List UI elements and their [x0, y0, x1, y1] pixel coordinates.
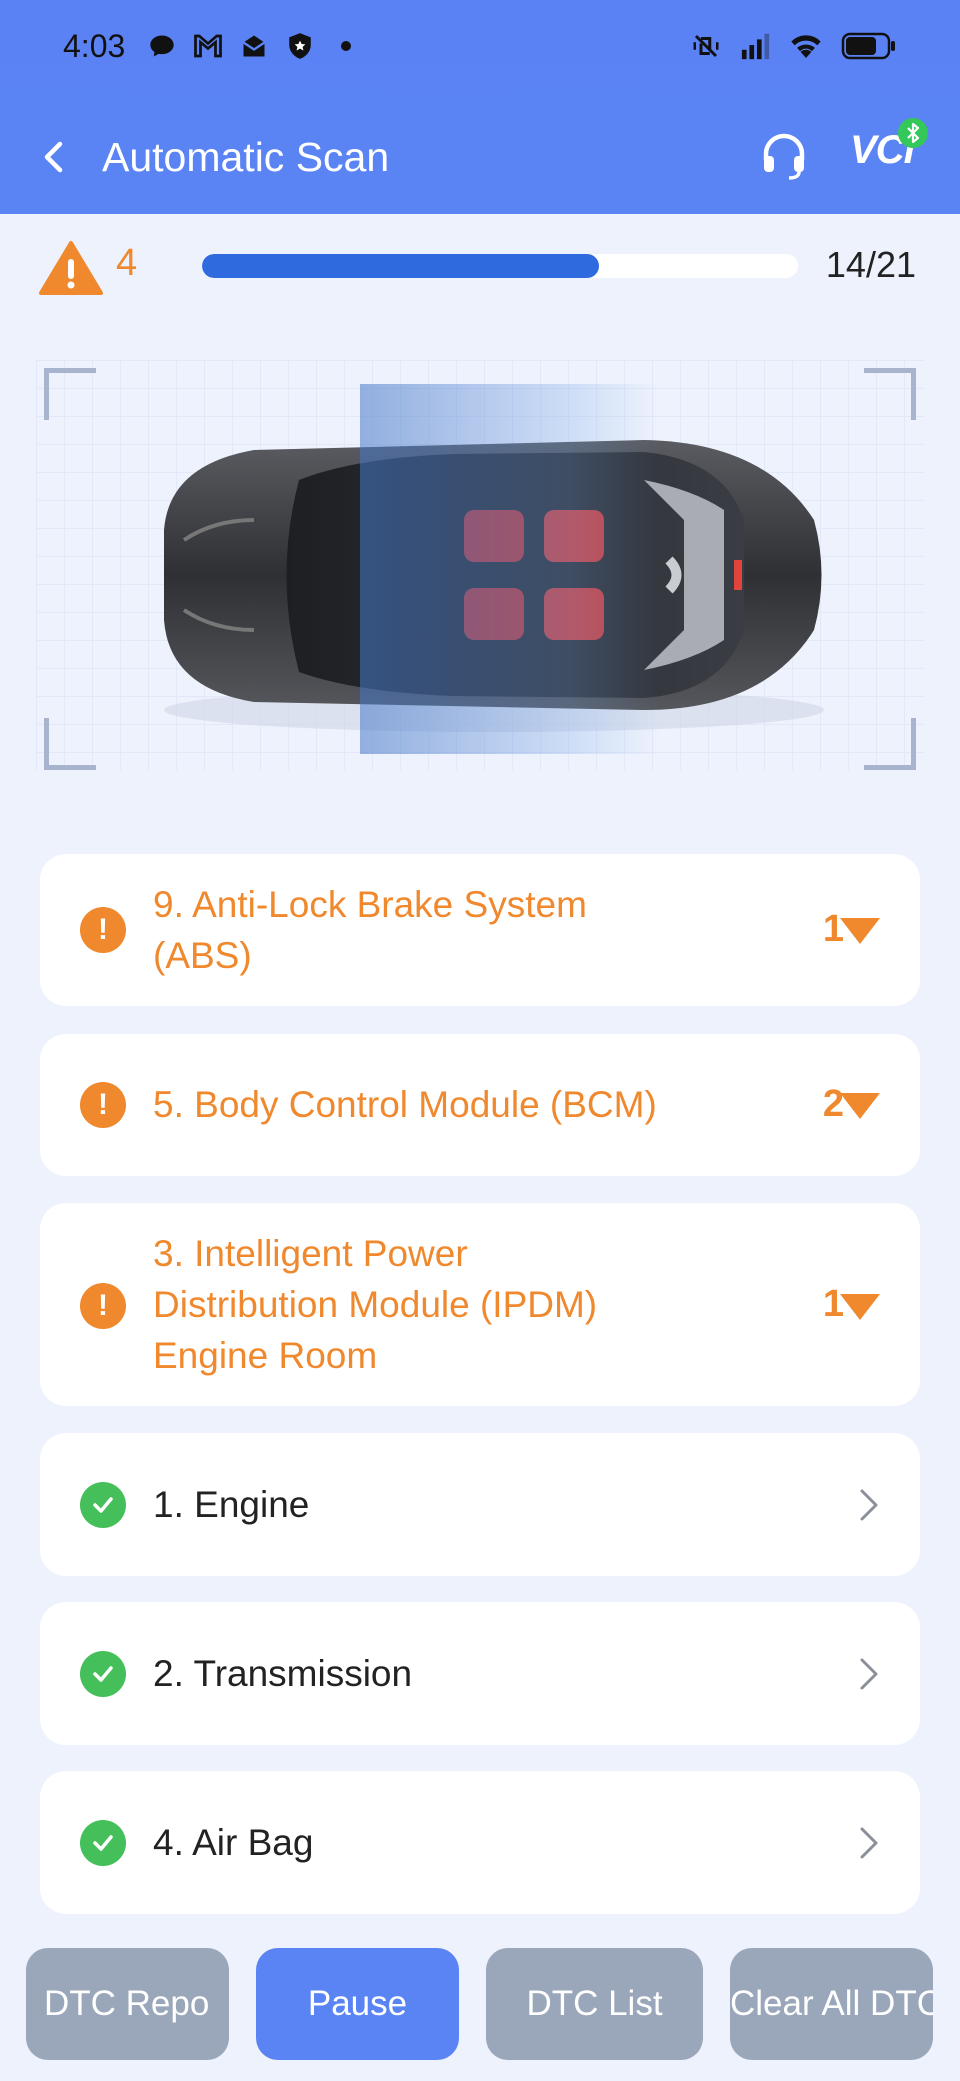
fault-exclamation-icon: ! [80, 907, 126, 953]
signal-icon [740, 30, 772, 62]
system-item-engine[interactable]: 1. Engine [40, 1433, 920, 1576]
system-name: 1. Engine [153, 1484, 310, 1525]
status-bar: 4:03 [0, 0, 960, 96]
bluetooth-icon [898, 118, 928, 148]
system-item-air-bag[interactable]: 4. Air Bag [40, 1771, 920, 1914]
gmail-icon [192, 30, 224, 62]
dtc-report-button[interactable]: DTC Repo [26, 1948, 229, 2060]
status-time: 4:03 [63, 28, 126, 64]
check-circle-icon [80, 1651, 126, 1697]
frame-corner-bottom-left [44, 718, 96, 770]
system-item-transmission[interactable]: 2. Transmission [40, 1602, 920, 1745]
system-name: 2. Transmission [153, 1653, 413, 1694]
progress-bar-fill [202, 254, 600, 278]
pause-button[interactable]: Pause [256, 1948, 459, 2060]
shield-icon [284, 30, 316, 62]
scan-progress-row: 4 14/21 [0, 214, 960, 314]
system-name: 4. Air Bag [153, 1822, 314, 1863]
frame-corner-bottom-right [864, 718, 916, 770]
check-circle-icon [80, 1482, 126, 1528]
system-name: 5. Body Control Module (BCM) [153, 1084, 657, 1125]
chat-bubble-icon [146, 30, 178, 62]
system-item-ipdm[interactable]: ! 3. Intelligent Power Distribution Modu… [40, 1203, 920, 1406]
wifi-icon [790, 30, 822, 62]
headset-icon[interactable] [756, 128, 812, 184]
system-item-bcm[interactable]: ! 5. Body Control Module (BCM) 2 [40, 1034, 920, 1176]
page-title: Automatic Scan [102, 134, 390, 180]
chevron-right-icon[interactable] [852, 1823, 884, 1863]
scan-beam [360, 384, 660, 754]
expand-triangle-icon[interactable] [840, 1093, 880, 1119]
battery-icon [840, 30, 898, 62]
system-item-abs[interactable]: ! 9. Anti-Lock Brake System (ABS) 1 [40, 854, 920, 1006]
vibrate-off-icon [690, 30, 722, 62]
vehicle-scan-illustration [36, 360, 924, 770]
check-circle-icon [80, 1820, 126, 1866]
chevron-right-icon[interactable] [852, 1654, 884, 1694]
dot-icon [330, 30, 362, 62]
frame-corner-top-left [44, 368, 96, 420]
clear-all-dtc-button[interactable]: Clear All DTC [730, 1948, 933, 2060]
mail-open-icon [238, 30, 270, 62]
app-bar: Automatic Scan VCI [0, 110, 960, 206]
frame-corner-top-right [864, 368, 916, 420]
progress-bar [202, 254, 798, 278]
system-name: 9. Anti-Lock Brake System (ABS) [153, 884, 587, 976]
expand-triangle-icon[interactable] [840, 918, 880, 944]
progress-text: 14/21 [825, 244, 916, 285]
warning-icon [38, 240, 104, 296]
dtc-list-button[interactable]: DTC List [486, 1948, 703, 2060]
back-chevron-icon[interactable] [30, 132, 80, 182]
bottom-action-bar: DTC Repo Pause DTC List Clear All DTC [0, 1930, 960, 2081]
warning-count: 4 [116, 242, 138, 284]
chevron-right-icon[interactable] [852, 1485, 884, 1525]
system-name: 3. Intelligent Power Distribution Module… [153, 1233, 598, 1376]
fault-exclamation-icon: ! [80, 1082, 126, 1128]
expand-triangle-icon[interactable] [840, 1294, 880, 1320]
fault-exclamation-icon: ! [80, 1283, 126, 1329]
